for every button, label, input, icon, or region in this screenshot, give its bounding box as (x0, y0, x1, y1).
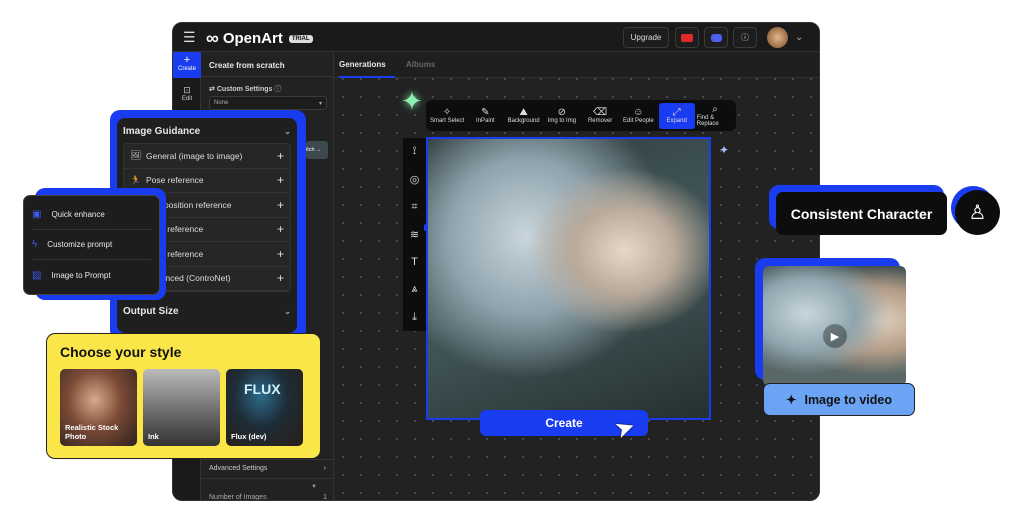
tool-edit-people[interactable]: ☺ Edit People (620, 103, 656, 129)
discord-icon (710, 33, 722, 42)
plus-icon[interactable]: + (277, 271, 284, 285)
logo[interactable]: ∞ OpenArt TRIAL (206, 28, 313, 49)
top-bar: ☰ ∞ OpenArt TRIAL Upgrade ⓘ ⌄ (173, 23, 819, 52)
smart-select-icon[interactable]: ⟟ (412, 145, 416, 158)
panel-title: Create from scratch (209, 61, 285, 70)
consistent-character-label[interactable]: Consistent Character (776, 192, 947, 235)
prompt-menu-item[interactable]: ϟ Customize prompt (32, 230, 151, 260)
rail-create[interactable]: + Create (173, 52, 201, 78)
tool-icon: ⤢ (672, 107, 681, 118)
layers-icon[interactable]: ≋Beta (410, 224, 437, 241)
plus-icon[interactable]: + (277, 222, 284, 236)
chevron-down-icon: ⌄ (284, 307, 291, 316)
tool-icon: ☺ (633, 107, 644, 118)
tool-icon: ✎ (481, 107, 490, 118)
image-guidance-header[interactable]: Image Guidance ⌄ (123, 124, 291, 138)
tool-inpaint[interactable]: ✎ InPaint (467, 103, 503, 129)
advanced-settings[interactable]: Advanced Settings › (201, 459, 334, 479)
style-picker-card: Choose your style Realistic Stock Photo … (46, 333, 321, 459)
style-card-realistic[interactable]: Realistic Stock Photo (60, 369, 137, 446)
style-card-ink[interactable]: Ink (143, 369, 220, 446)
tool-find-replace[interactable]: ⌕ Find & Replace (697, 103, 733, 129)
flux-logo: FLUX (244, 381, 281, 397)
tool-icon: ⛰ (519, 107, 528, 118)
vertical-tool-rail: ⟟ ◎ ⌗ ≋Beta T ⩓ ⤓ (403, 138, 437, 331)
output-size-header[interactable]: Output Size ⌄ (123, 306, 291, 317)
menu-icon: ϟ (32, 239, 38, 250)
face-icon[interactable]: ◎ (410, 173, 420, 186)
sparkle-icon: ✦ (401, 86, 423, 116)
trial-badge: TRIAL (288, 34, 313, 43)
number-of-images-input[interactable]: 1 (323, 494, 327, 500)
menu-icon: ▣ (32, 209, 42, 220)
download-icon[interactable]: ⤓ (412, 311, 417, 324)
sparkle-icon: ✦ (785, 393, 797, 407)
tool-img-to-img[interactable]: ⊘ Img to Img (544, 103, 580, 129)
hamburger-menu-icon[interactable]: ☰ (183, 29, 196, 46)
tool-icon: ⊘ (557, 107, 567, 118)
video-preview[interactable]: ▶ (763, 266, 906, 386)
crop-icon[interactable]: ⌗ (411, 201, 417, 214)
sliders-icon: ⇄ (209, 86, 217, 93)
youtube-button[interactable] (675, 27, 699, 48)
help-icon: ⓘ (741, 33, 749, 42)
plus-icon[interactable]: + (277, 149, 284, 163)
tool-smart-select[interactable]: ✧ Smart Select (429, 103, 465, 129)
guidance-icon: 🖼 (130, 150, 142, 161)
caret-down-icon: ▾ (318, 101, 322, 107)
image-to-video-button[interactable]: ✦ Image to video (763, 383, 915, 416)
prompt-menu: ▣ Quick enhance ϟ Customize prompt ▨ Image to… (23, 195, 160, 295)
guidance-icon: 🏃 (130, 174, 142, 185)
tool-background[interactable]: ⛰ Background (506, 103, 542, 129)
custom-settings-select[interactable]: None ▾ (209, 96, 327, 110)
tab-generations[interactable]: Generations (339, 60, 395, 78)
tabs: Generations Albums (334, 52, 819, 78)
menu-icon: ▨ (32, 269, 42, 281)
tool-expand[interactable]: ⤢ Expand (658, 102, 695, 129)
sparkle-small-icon: ✦ (719, 143, 730, 157)
switch-model-button[interactable]: itch → (306, 141, 328, 159)
edit-toolbar: ✧ Smart Select ✎ InPaint ⛰ Background ⊘ Img to … (426, 100, 736, 131)
tool-icon: ✧ (442, 107, 452, 118)
style-title: Choose your style (60, 344, 182, 360)
chevron-down-icon[interactable]: ⌄ (795, 32, 803, 43)
youtube-icon (681, 33, 693, 42)
rail-edit[interactable]: ⊡ Edit (173, 85, 201, 102)
text-icon[interactable]: T (411, 256, 418, 268)
number-of-images: Number of Images 1 (209, 494, 327, 501)
help-button[interactable]: ⓘ (733, 27, 757, 48)
custom-settings-label: ⇄ Custom Settings ⓘ (209, 86, 282, 93)
upgrade-button[interactable]: Upgrade (623, 27, 669, 48)
edit-icon: ⊡ (183, 85, 191, 95)
tool-icon: ⌫ (593, 107, 608, 118)
tool-remover[interactable]: ⌫ Remover (582, 103, 618, 129)
prompt-menu-item[interactable]: ▨ Image to Prompt (32, 260, 151, 290)
prompt-menu-item[interactable]: ▣ Quick enhance (32, 200, 151, 230)
chevron-right-icon: › (323, 465, 326, 472)
shapes-icon[interactable]: ⩓ (411, 283, 417, 296)
plus-icon[interactable]: + (277, 247, 284, 261)
style-card-flux[interactable]: FLUX Flux (dev) (226, 369, 303, 446)
plus-icon[interactable]: + (277, 198, 284, 212)
generated-image[interactable] (426, 137, 711, 420)
plus-icon: + (183, 54, 191, 66)
plus-icon[interactable]: + (277, 173, 284, 187)
avatar[interactable] (767, 27, 788, 48)
guidance-item[interactable]: 🖼 General (image to image) + (124, 144, 290, 169)
chevron-down-icon: ⌄ (284, 126, 291, 136)
discord-button[interactable] (704, 27, 728, 48)
tool-icon: ⌕ (712, 104, 718, 115)
person-icon[interactable]: ♙ (955, 190, 1000, 235)
info-icon: ⓘ (274, 86, 282, 93)
tab-albums[interactable]: Albums (406, 60, 435, 69)
play-icon[interactable]: ▶ (823, 324, 847, 348)
infinity-logo-icon: ∞ (206, 28, 219, 48)
